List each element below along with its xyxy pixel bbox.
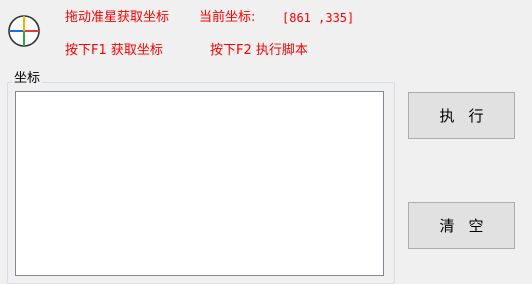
coords-textarea[interactable] — [15, 91, 384, 276]
f1-hint: 按下F1 获取坐标 — [65, 43, 163, 58]
run-button[interactable]: 执行 — [408, 92, 515, 139]
current-coords-label: 当前坐标: — [199, 10, 256, 25]
f2-hint: 按下F2 执行脚本 — [210, 43, 308, 58]
crosshair-target-icon[interactable] — [7, 14, 41, 48]
coords-group-label: 坐标 — [12, 71, 43, 87]
drag-crosshair-hint: 拖动准星获取坐标 — [65, 10, 170, 25]
clear-button[interactable]: 清空 — [408, 202, 515, 249]
current-coords-value: [861 ,335] — [282, 11, 355, 25]
